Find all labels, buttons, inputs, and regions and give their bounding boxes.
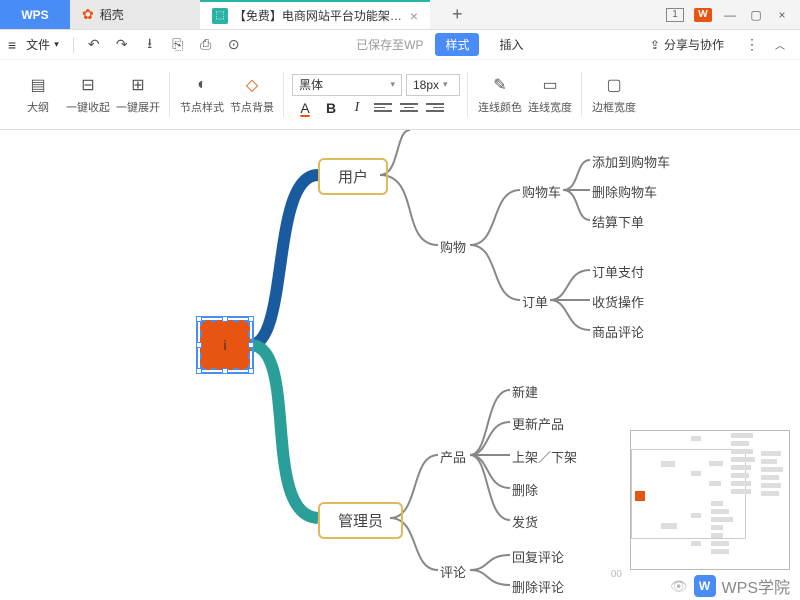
share-button[interactable]: ⇪ 分享与协作 bbox=[642, 33, 732, 56]
undo-button[interactable]: ↶ bbox=[82, 34, 106, 56]
new-tab-button[interactable]: + bbox=[430, 0, 485, 29]
node-bg-button[interactable]: ◇节点背景 bbox=[228, 67, 276, 123]
root-node[interactable]: i bbox=[200, 320, 250, 370]
tab-label: 【免费】电商网站平台功能架构图 bbox=[234, 7, 404, 24]
outline-icon: ▤ bbox=[30, 74, 45, 96]
redo-button[interactable]: ↷ bbox=[110, 34, 134, 56]
minimap[interactable] bbox=[630, 430, 790, 570]
eye-icon: 👁 bbox=[670, 578, 688, 595]
italic-button[interactable]: I bbox=[348, 100, 366, 116]
align-right-button[interactable] bbox=[426, 100, 444, 116]
watermark-text: WPS学院 bbox=[722, 574, 790, 598]
mindmap-canvas[interactable]: i 用户 管理员 购物 购物车 添加到购物车 删除购物车 结算下单 订单 订单支… bbox=[0, 130, 800, 600]
titlebar: WPS ✿ 稻壳 ⬚ 【免费】电商网站平台功能架构图 × + 1 W — ▢ × bbox=[0, 0, 800, 30]
close-window-icon[interactable]: × bbox=[774, 7, 790, 23]
font-color-button[interactable]: A bbox=[296, 100, 314, 116]
window-controls: 1 W — ▢ × bbox=[666, 0, 800, 29]
chevron-down-icon: ▾ bbox=[390, 79, 395, 90]
node-style-button[interactable]: ◐节点样式 bbox=[178, 67, 226, 123]
node-cart[interactable]: 购物车 bbox=[522, 182, 561, 201]
collapse-all-button[interactable]: ⊟一键收起 bbox=[64, 67, 112, 123]
font-size-select[interactable]: 18px▾ bbox=[406, 74, 460, 96]
node-c-delete[interactable]: 删除评论 bbox=[512, 577, 564, 596]
node-p-new[interactable]: 新建 bbox=[512, 382, 538, 401]
tab-label: 稻壳 bbox=[100, 6, 124, 23]
expand-icon: ⊞ bbox=[131, 74, 144, 96]
wps-logo-icon: W bbox=[694, 575, 716, 597]
minimize-icon[interactable]: — bbox=[722, 7, 738, 23]
node-order-recv[interactable]: 收货操作 bbox=[592, 292, 644, 311]
download-button[interactable]: ⭳ bbox=[138, 34, 162, 56]
more-menu[interactable]: ⋮ bbox=[740, 34, 764, 56]
tab-wps[interactable]: WPS bbox=[0, 0, 70, 29]
ribbon: ▤大纲 ⊟一键收起 ⊞一键展开 ◐节点样式 ◇节点背景 黑体▾ 18px▾ A … bbox=[0, 60, 800, 130]
node-p-update[interactable]: 更新产品 bbox=[512, 414, 564, 433]
node-order[interactable]: 订单 bbox=[522, 292, 548, 311]
node-shopping[interactable]: 购物 bbox=[440, 237, 466, 256]
bold-button[interactable]: B bbox=[322, 100, 340, 116]
collapse-icon: ⊟ bbox=[81, 74, 94, 96]
export-button[interactable]: ⎘ bbox=[166, 34, 190, 56]
file-menu[interactable]: 文件 ▾ bbox=[20, 34, 65, 55]
style-tab[interactable]: 样式 bbox=[435, 33, 479, 56]
search-button[interactable]: ⊙ bbox=[222, 34, 246, 56]
node-c-reply[interactable]: 回复评论 bbox=[512, 547, 564, 566]
node-comment[interactable]: 评论 bbox=[440, 562, 466, 581]
font-family-select[interactable]: 黑体▾ bbox=[292, 74, 402, 96]
node-p-shelf[interactable]: 上架／下架 bbox=[512, 447, 577, 466]
zoom-value: 00 bbox=[611, 569, 622, 580]
node-order-comment[interactable]: 商品评论 bbox=[592, 322, 644, 341]
wps-logo-icon[interactable]: W bbox=[694, 8, 712, 22]
node-p-ship[interactable]: 发货 bbox=[512, 512, 538, 531]
collapse-ribbon[interactable]: ︿ bbox=[768, 34, 792, 56]
border-width-icon: ▢ bbox=[606, 74, 621, 96]
outline-button[interactable]: ▤大纲 bbox=[14, 67, 62, 123]
chevron-down-icon: ▾ bbox=[443, 79, 448, 90]
fire-icon: ✿ bbox=[82, 6, 94, 23]
node-cart-add[interactable]: 添加到购物车 bbox=[592, 152, 670, 171]
node-checkout[interactable]: 结算下单 bbox=[592, 212, 644, 231]
node-product[interactable]: 产品 bbox=[440, 447, 466, 466]
hamburger-icon[interactable]: ≡ bbox=[8, 37, 16, 53]
insert-tab[interactable]: 插入 bbox=[491, 33, 531, 56]
line-color-icon: ✎ bbox=[493, 74, 506, 96]
node-user[interactable]: 用户 bbox=[318, 158, 388, 195]
line-width-button[interactable]: ▭连线宽度 bbox=[526, 67, 574, 123]
node-p-delete[interactable]: 删除 bbox=[512, 480, 538, 499]
menu-bar: ≡ 文件 ▾ ↶ ↷ ⭳ ⎘ ⎙ ⊙ 已保存至WP 样式 插入 ⇪ 分享与协作 … bbox=[0, 30, 800, 60]
node-order-pay[interactable]: 订单支付 bbox=[592, 262, 644, 281]
node-admin[interactable]: 管理员 bbox=[318, 502, 403, 539]
line-color-button[interactable]: ✎连线颜色 bbox=[476, 67, 524, 123]
mindmap-icon: ⬚ bbox=[212, 8, 228, 24]
tab-document[interactable]: ⬚ 【免费】电商网站平台功能架构图 × bbox=[200, 0, 430, 29]
expand-all-button[interactable]: ⊞一键展开 bbox=[114, 67, 162, 123]
plus-icon: + bbox=[442, 4, 473, 25]
line-width-icon: ▭ bbox=[542, 74, 557, 96]
border-width-button[interactable]: ▢边框宽度 bbox=[590, 67, 638, 123]
print-button[interactable]: ⎙ bbox=[194, 34, 218, 56]
close-icon[interactable]: × bbox=[410, 8, 418, 24]
node-bg-icon: ◇ bbox=[246, 74, 258, 96]
tab-count-badge[interactable]: 1 bbox=[666, 8, 684, 22]
share-icon: ⇪ bbox=[650, 38, 660, 52]
align-center-button[interactable] bbox=[400, 100, 418, 116]
align-left-button[interactable] bbox=[374, 100, 392, 116]
node-style-icon: ◐ bbox=[197, 74, 207, 96]
maximize-icon[interactable]: ▢ bbox=[748, 7, 764, 23]
tab-daoke[interactable]: ✿ 稻壳 bbox=[70, 0, 200, 29]
watermark: 👁 W WPS学院 bbox=[670, 574, 790, 598]
node-cart-del[interactable]: 删除购物车 bbox=[592, 182, 657, 201]
save-status: 已保存至WP bbox=[356, 36, 423, 53]
